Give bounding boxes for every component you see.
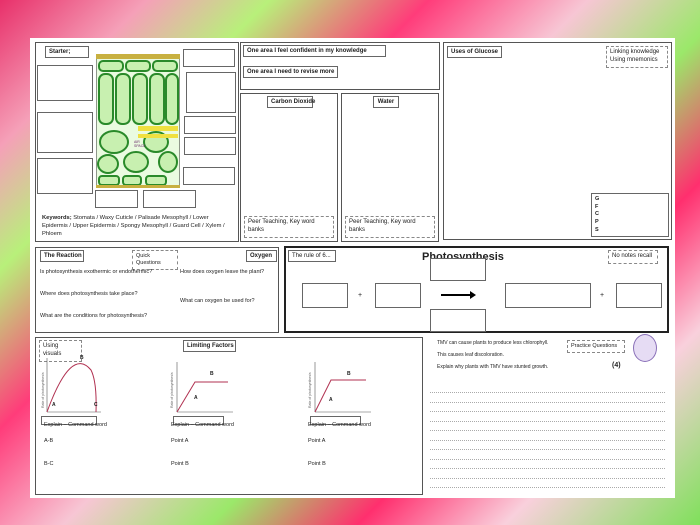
question: What are the conditions for photosynthes… [40, 313, 148, 319]
plus-sign: + [600, 292, 605, 299]
mnemonic-letter: G [595, 196, 600, 202]
peer-teaching-tip: Peer Teaching, Key word banks [244, 216, 334, 238]
answer-line[interactable] [430, 458, 665, 460]
tip-line: Linking knowledge [610, 49, 660, 55]
point-prompt: B-C [44, 461, 54, 467]
label-answer-box[interactable] [186, 72, 236, 113]
question: Where does photosynthesis take place? [40, 291, 138, 297]
quick-questions-tag: Quick Questions [132, 250, 178, 271]
label-answer-box[interactable] [183, 167, 235, 185]
answer-line[interactable] [430, 401, 665, 403]
mnemonic-letter: F [595, 203, 599, 210]
keywords-label: Keywords; [42, 215, 72, 221]
question: How does oxygen leave the plant? [180, 269, 265, 275]
reactant-box[interactable] [302, 283, 348, 308]
label-answer-box[interactable] [183, 49, 235, 67]
product-box[interactable] [616, 283, 662, 308]
answer-line[interactable] [430, 439, 665, 441]
graph-plateau [314, 362, 371, 413]
question: What can oxygen be used for? [180, 298, 255, 304]
point-label: B [80, 355, 84, 361]
answer-line[interactable] [430, 477, 665, 479]
practice-text: This causes leaf discoloration. [437, 352, 504, 358]
practice-question: Explain why plants with TMV have stunted… [437, 364, 549, 370]
point-label: A [52, 402, 56, 408]
answer-line[interactable] [430, 411, 665, 412]
uses-of-glucose-panel: Uses of Glucose Linking knowledge Using m… [443, 42, 672, 240]
practice-questions-tag: Practice Questions [567, 340, 625, 354]
peer-teaching-tip: Peer Teaching, Key word banks [345, 216, 435, 238]
starter-title: Starter; [45, 46, 89, 58]
starter-panel: Starter; Air space Keywords; Stomata / W… [35, 42, 239, 242]
reflection-panel: One area I feel confident in my knowledg… [240, 42, 440, 90]
y-axis-label: Rate of photosynthesis [308, 372, 312, 408]
point-prompt: Point A [171, 438, 189, 444]
mnemonic-box[interactable]: GFCPS [591, 193, 669, 237]
question: Is photosynthesis exothermic or endother… [40, 269, 153, 275]
limiting-factors-panel: Using visuals Limiting Factors Rate of p… [35, 337, 423, 495]
condition-box[interactable] [430, 258, 486, 281]
limiting-factors-title: Limiting Factors [183, 340, 236, 352]
answer-line[interactable] [430, 449, 665, 450]
condition-box[interactable] [430, 309, 486, 332]
label-answer-box[interactable] [184, 137, 236, 155]
answer-line[interactable] [430, 392, 665, 393]
purple-zone-lightbulb-logo [633, 334, 657, 362]
explain-label: Explain – Command word [44, 422, 107, 428]
answer-line[interactable] [430, 468, 665, 469]
air-space-label: Air space [134, 140, 146, 148]
label-answer-box[interactable] [37, 112, 93, 153]
tip-line: Using mnemonics [610, 56, 658, 63]
reaction-panel: The Reaction Quick Questions Oxygen Is p… [35, 247, 279, 333]
plus-sign: + [358, 292, 363, 299]
mnemonic-letter: S [595, 226, 599, 233]
keywords-text: Keywords; Stomata / Waxy Cuticle / Palis… [42, 215, 232, 238]
point-prompt: Point A [308, 438, 326, 444]
marks-label: (4) [612, 362, 621, 369]
point-label: A [329, 397, 333, 403]
label-answer-box[interactable] [143, 190, 196, 208]
oxygen-label: Oxygen [246, 250, 277, 262]
point-label: B [347, 371, 351, 377]
carbon-dioxide-title: Carbon Dioxide [267, 96, 315, 108]
water-panel: Water Peer Teaching, Key word banks [341, 93, 439, 242]
arrow-icon [441, 291, 476, 299]
revise-label: One area I need to revise more [243, 66, 338, 78]
no-notes-tag: No notes recall [608, 250, 658, 264]
graph-rise-fall [46, 358, 101, 413]
confident-label: One area I feel confident in my knowledg… [243, 45, 386, 57]
point-label: C [94, 402, 98, 408]
rule-of-six-tag: The rule of 6... [288, 250, 336, 262]
leaf-cross-section-diagram [96, 54, 180, 188]
label-answer-box[interactable] [37, 158, 93, 194]
point-prompt: Point B [171, 461, 189, 467]
reactant-box[interactable] [375, 283, 421, 308]
explain-label: Explain – Command word [308, 422, 371, 428]
y-axis-label: Rate of photosynthesis [41, 372, 45, 408]
water-title: Water [373, 96, 399, 108]
point-label: A [194, 395, 198, 401]
practice-text: TMV can cause plants to produce less chl… [437, 340, 549, 346]
glucose-title: Uses of Glucose [447, 46, 502, 58]
mnemonic-letter: C [595, 211, 599, 218]
photosynthesis-equation-panel: The rule of 6... Photosynthesis No notes… [284, 246, 669, 333]
reaction-title: The Reaction [40, 250, 84, 262]
product-box[interactable] [505, 283, 591, 308]
mnemonic-tip: Linking knowledge Using mnemonics [606, 46, 668, 68]
explain-label: Explain – Command word [171, 422, 234, 428]
carbon-dioxide-panel: Carbon Dioxide Peer Teaching, Key word b… [240, 93, 338, 242]
answer-line[interactable] [430, 430, 665, 431]
point-label: B [210, 371, 214, 377]
label-answer-box[interactable] [95, 190, 138, 208]
graph-plateau [176, 362, 233, 413]
y-axis-label: Rate of photosynthesis [170, 372, 174, 408]
answer-line[interactable] [430, 487, 665, 488]
mnemonic-letter: P [595, 219, 599, 226]
point-prompt: A-B [44, 438, 54, 444]
point-prompt: Point B [308, 461, 326, 467]
label-answer-box[interactable] [184, 116, 236, 134]
label-answer-box[interactable] [37, 65, 93, 101]
answer-line[interactable] [430, 420, 665, 422]
